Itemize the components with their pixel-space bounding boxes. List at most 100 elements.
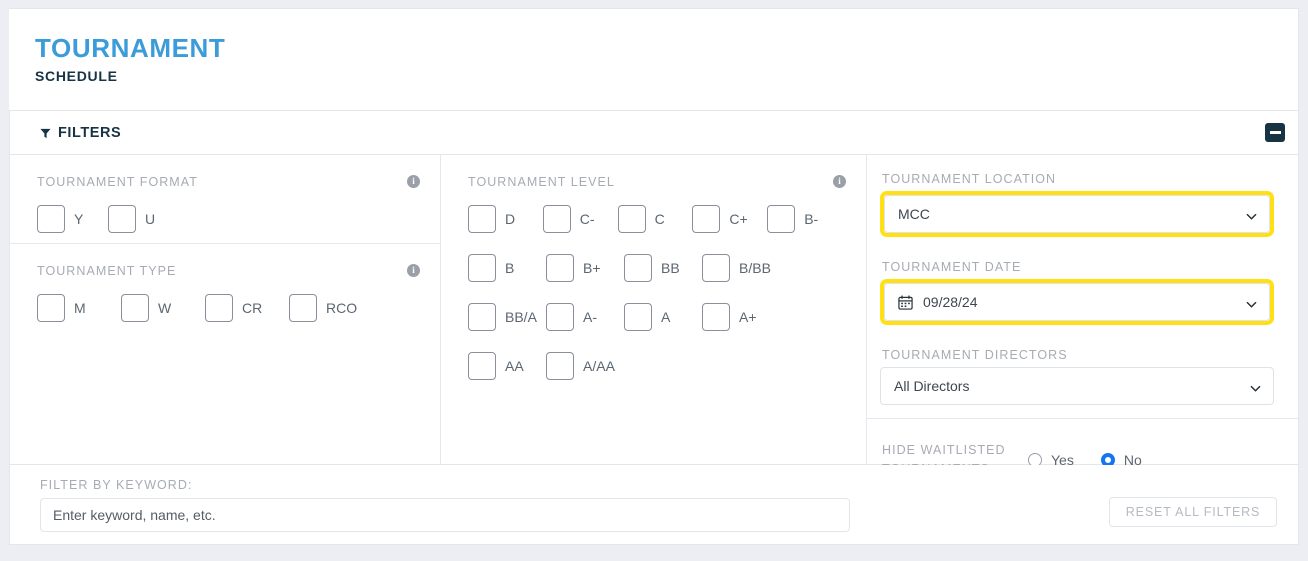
tournament-directors-select[interactable]: All Directors (880, 367, 1274, 405)
checkbox-level-bb[interactable]: BB (624, 254, 702, 282)
checkbox-level-a-aa[interactable]: A/AA (546, 352, 624, 380)
chevron-down-icon (1246, 297, 1257, 308)
checkbox-box[interactable] (108, 205, 136, 233)
tournament-date-section: TOURNAMENT DATE 09/28/24 (867, 243, 1298, 325)
checkbox-label: M (74, 300, 86, 316)
checkbox-label: A/AA (583, 358, 615, 374)
checkbox-box[interactable] (542, 205, 571, 233)
info-icon[interactable]: i (407, 264, 420, 277)
checkbox-box[interactable] (289, 294, 317, 322)
tournament-format-options: Y U (37, 205, 416, 233)
checkbox-level-a-plus[interactable]: A+ (702, 303, 780, 331)
reset-all-filters-button[interactable]: RESET ALL FILTERS (1109, 496, 1277, 527)
tournament-format-label: TOURNAMENT FORMAT (37, 175, 198, 189)
checkbox-box[interactable] (546, 254, 574, 282)
tournament-directors-section: TOURNAMENT DIRECTORS All Directors (867, 331, 1298, 405)
checkbox-type-cr[interactable]: CR (205, 294, 289, 322)
checkbox-level-c-plus[interactable]: C+ (692, 205, 767, 233)
page-subtitle: SCHEDULE (35, 67, 118, 84)
checkbox-level-a[interactable]: A (624, 303, 702, 331)
calendar-icon (898, 294, 913, 310)
checkbox-box[interactable] (37, 294, 65, 322)
info-icon[interactable]: i (833, 175, 846, 188)
checkbox-label: B/BB (739, 260, 771, 276)
keyword-search-input[interactable] (40, 497, 850, 532)
checkbox-level-c[interactable]: C (617, 205, 693, 233)
checkbox-box[interactable] (468, 303, 496, 331)
checkbox-type-m[interactable]: M (37, 294, 121, 322)
checkbox-box[interactable] (546, 303, 574, 331)
checkbox-label: Y (74, 211, 84, 227)
tournament-type-label: TOURNAMENT TYPE (37, 264, 177, 278)
checkbox-box[interactable] (624, 303, 652, 331)
checkbox-level-b[interactable]: B (468, 254, 546, 282)
checkbox-label: B+ (583, 260, 601, 276)
checkbox-level-aa[interactable]: AA (468, 352, 546, 380)
tournament-date-value: 09/28/24 (923, 294, 978, 310)
checkbox-box[interactable] (624, 254, 652, 282)
checkbox-label: C (654, 211, 665, 227)
filters-footer: FILTER BY KEYWORD: RESET ALL FILTERS (9, 465, 1299, 545)
checkbox-box[interactable] (702, 254, 730, 282)
checkbox-label: A+ (739, 309, 757, 325)
funnel-icon (40, 127, 51, 139)
filters-label: FILTERS (58, 124, 122, 141)
checkbox-type-rco[interactable]: RCO (289, 294, 373, 322)
tournament-date-label: TOURNAMENT DATE (882, 260, 1022, 274)
checkbox-label: D (505, 211, 516, 227)
checkbox-label: U (145, 211, 156, 227)
checkbox-label: B- (804, 211, 819, 227)
checkbox-level-b-bb[interactable]: B/BB (702, 254, 780, 282)
checkbox-level-b-minus[interactable]: B- (767, 205, 842, 233)
checkbox-box[interactable] (767, 205, 796, 233)
checkbox-format-y[interactable]: Y (37, 205, 108, 233)
tournament-level-label: TOURNAMENT LEVEL (468, 175, 615, 189)
chevron-down-icon (1246, 209, 1257, 220)
checkbox-level-b-plus[interactable]: B+ (546, 254, 624, 282)
tournament-level-section: TOURNAMENT LEVEL i D C- C C+ B- B B+ BB … (441, 155, 866, 390)
tournament-directors-value: All Directors (894, 378, 970, 394)
tournament-location-highlight: MCC (880, 191, 1274, 237)
checkbox-format-u[interactable]: U (108, 205, 179, 233)
checkbox-label: CR (242, 300, 263, 316)
keyword-filter-label: FILTER BY KEYWORD: (40, 477, 193, 492)
tournament-date-select[interactable]: 09/28/24 (884, 283, 1270, 321)
checkbox-box[interactable] (121, 294, 149, 322)
checkbox-box[interactable] (468, 254, 496, 282)
collapse-filters-button[interactable] (1265, 123, 1285, 142)
checkbox-level-a-minus[interactable]: A- (546, 303, 624, 331)
info-icon[interactable]: i (407, 175, 420, 188)
tournament-level-row: B B+ BB B/BB (468, 254, 842, 282)
checkbox-box[interactable] (37, 205, 65, 233)
checkbox-box[interactable] (468, 205, 496, 233)
chevron-down-icon (1250, 381, 1261, 392)
checkbox-label: B (505, 260, 515, 276)
checkbox-box[interactable] (702, 303, 730, 331)
checkbox-box[interactable] (617, 205, 646, 233)
checkbox-label: AA (505, 358, 524, 374)
checkbox-box[interactable] (692, 205, 721, 233)
checkbox-box[interactable] (546, 352, 574, 380)
checkbox-label: C- (579, 211, 595, 227)
tournament-type-options: M W CR RCO (37, 294, 416, 322)
checkbox-label: A- (583, 309, 597, 325)
filters-label-group: FILTERS (40, 125, 121, 141)
filters-column-left: TOURNAMENT FORMAT i Y U TOURNAMENT TYPE … (10, 155, 441, 464)
filters-column-right: TOURNAMENT LOCATION MCC TOURNAMENT DATE (867, 155, 1298, 476)
keyword-filter-group: FILTER BY KEYWORD: (40, 478, 850, 532)
tournament-date-highlight: 09/28/24 (880, 279, 1274, 325)
filters-body: TOURNAMENT FORMAT i Y U TOURNAMENT TYPE … (9, 155, 1299, 476)
tournament-level-row: BB/A A- A A+ (468, 303, 842, 331)
tournament-location-value: MCC (898, 206, 930, 222)
checkbox-type-w[interactable]: W (121, 294, 205, 322)
tournament-location-section: TOURNAMENT LOCATION MCC (867, 155, 1298, 237)
checkbox-level-c-minus[interactable]: C- (542, 205, 618, 233)
checkbox-box[interactable] (468, 352, 496, 380)
checkbox-label: W (158, 300, 172, 316)
checkbox-level-bb-a[interactable]: BB/A (468, 303, 546, 331)
checkbox-level-d[interactable]: D (468, 205, 543, 233)
tournament-directors-label: TOURNAMENT DIRECTORS (882, 348, 1068, 362)
tournament-location-select[interactable]: MCC (884, 195, 1270, 233)
checkbox-box[interactable] (205, 294, 233, 322)
page-header: TOURNAMENT SCHEDULE (9, 8, 1299, 111)
